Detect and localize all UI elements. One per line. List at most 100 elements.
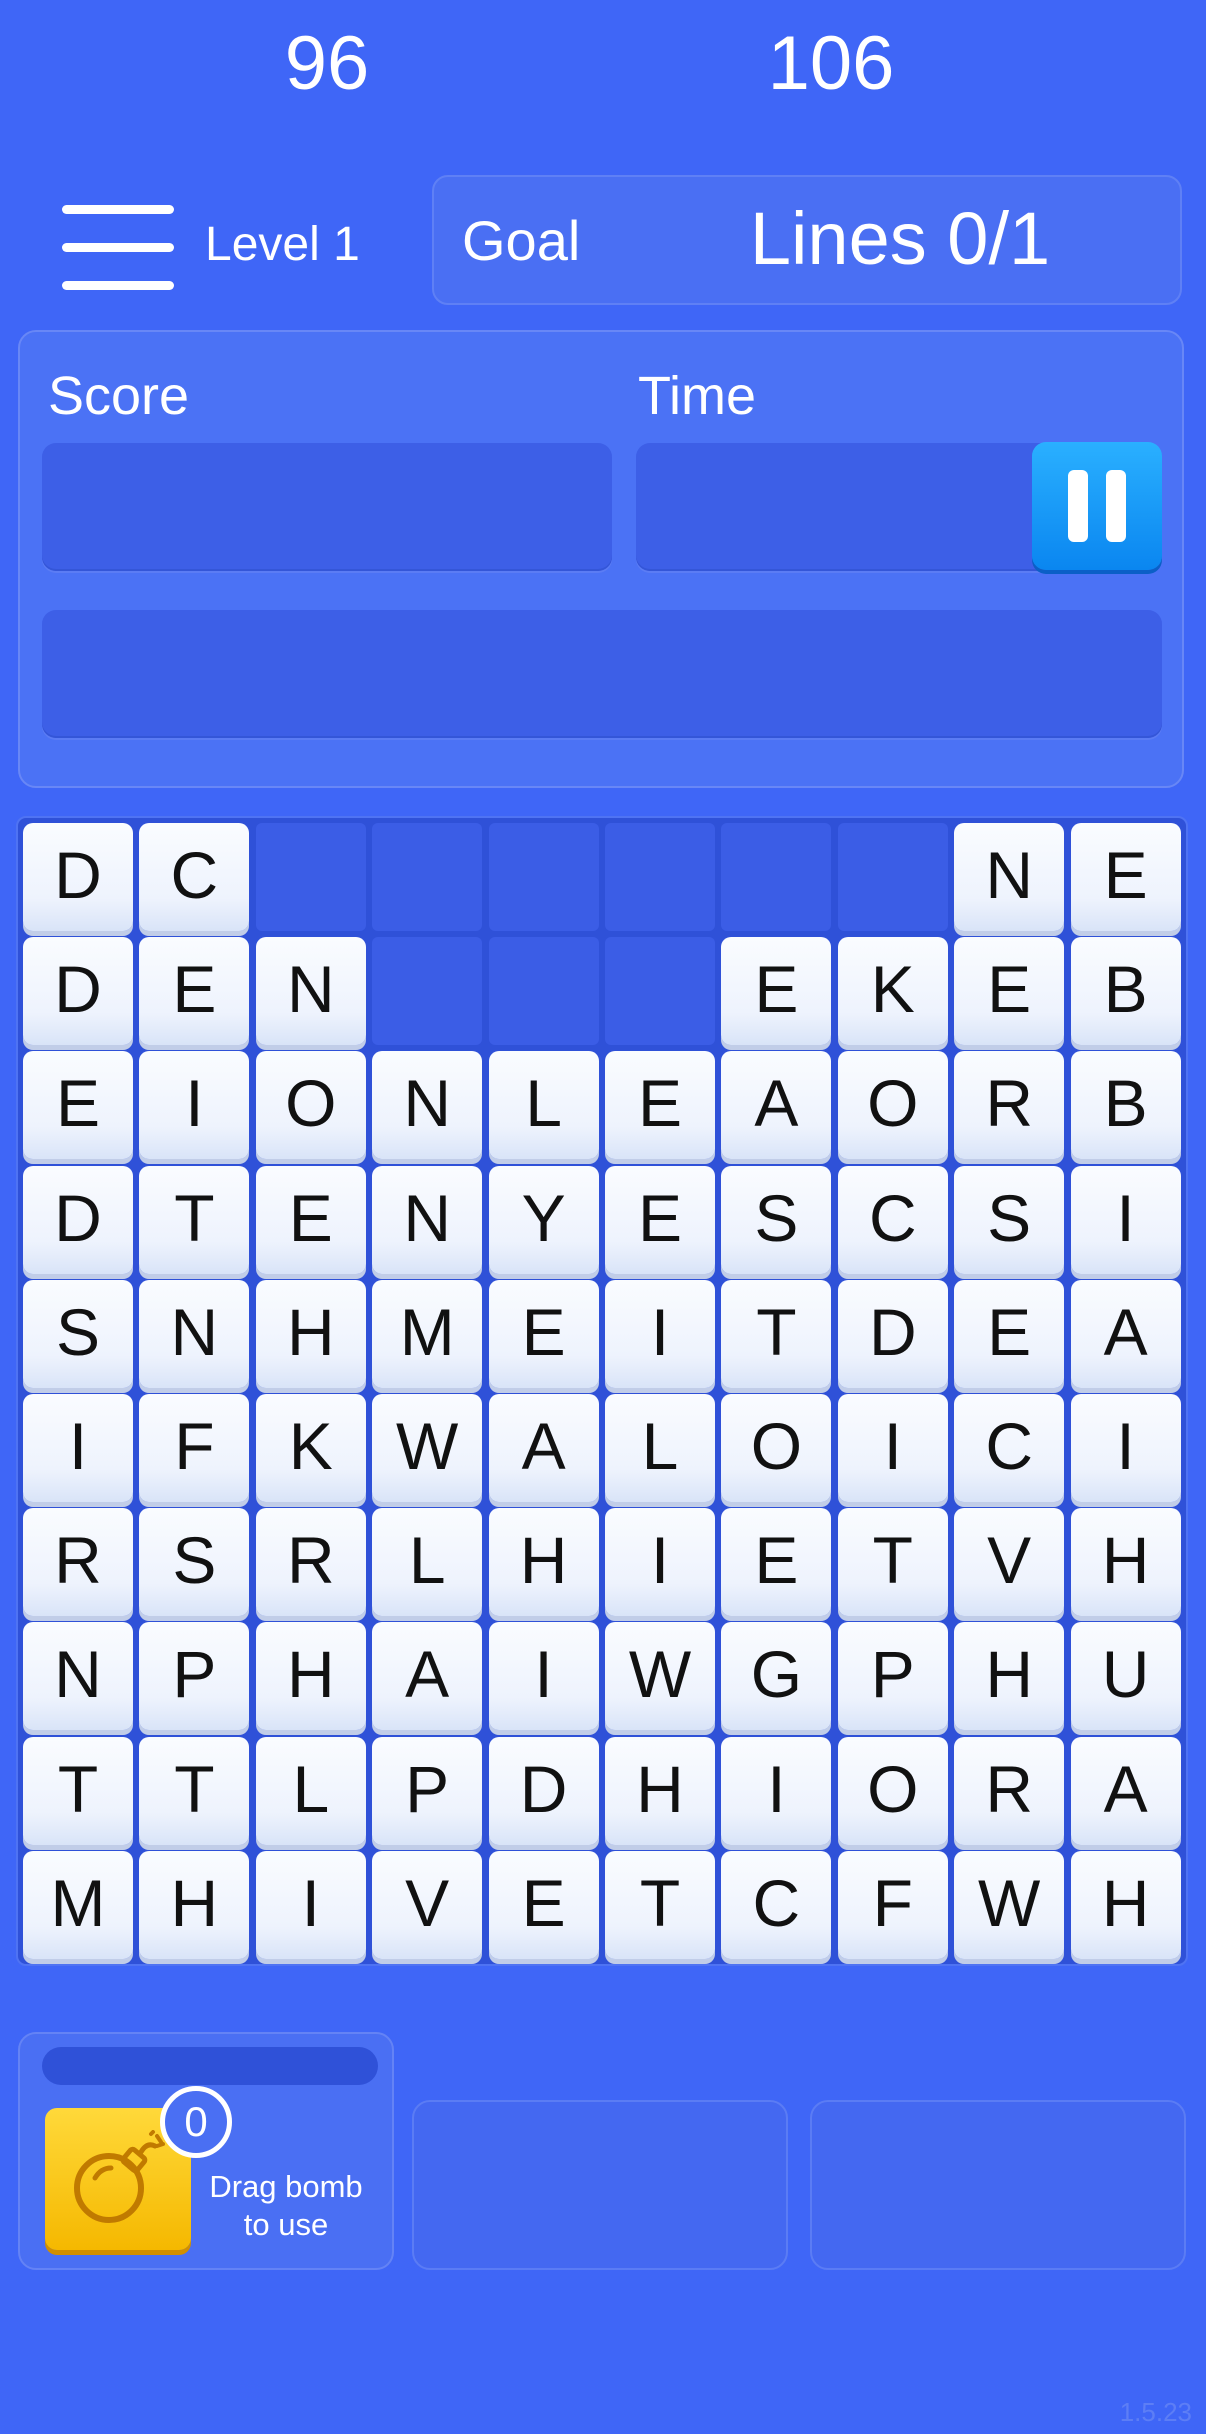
powerup-slot-3: [810, 2100, 1186, 2270]
letter-tile[interactable]: M: [372, 1279, 483, 1388]
letter-tile[interactable]: P: [372, 1736, 483, 1845]
pause-button[interactable]: [1032, 442, 1162, 570]
letter-tile[interactable]: L: [255, 1736, 366, 1845]
letter-tile[interactable]: L: [372, 1508, 483, 1617]
letter-tile[interactable]: L: [605, 1394, 715, 1502]
letter-tile[interactable]: T: [837, 1508, 948, 1617]
empty-cell: [372, 823, 483, 931]
letter-tile[interactable]: V: [954, 1508, 1065, 1617]
letter-tile[interactable]: D: [488, 1736, 599, 1845]
letter-tile[interactable]: A: [488, 1394, 599, 1502]
letter-tile[interactable]: H: [1070, 1850, 1181, 1959]
letter-tile[interactable]: R: [255, 1508, 366, 1617]
score-box: [42, 443, 612, 571]
letter-tile[interactable]: H: [488, 1508, 599, 1617]
letter-tile[interactable]: A: [1070, 1736, 1181, 1845]
letter-tile[interactable]: D: [23, 1165, 133, 1274]
letter-tile[interactable]: C: [721, 1850, 832, 1959]
letter-tile[interactable]: B: [1070, 937, 1181, 1046]
letter-tile[interactable]: D: [837, 1279, 948, 1388]
letter-tile[interactable]: M: [23, 1850, 133, 1959]
letter-tile[interactable]: I: [721, 1736, 832, 1845]
letter-tile[interactable]: A: [721, 1051, 832, 1160]
letter-tile[interactable]: H: [255, 1279, 366, 1388]
letter-tile[interactable]: H: [954, 1622, 1065, 1731]
letter-tile[interactable]: A: [1070, 1279, 1181, 1388]
letter-tile[interactable]: T: [139, 1736, 250, 1845]
letter-tile[interactable]: N: [372, 1165, 483, 1274]
letter-tile[interactable]: N: [954, 823, 1065, 931]
letter-tile[interactable]: E: [605, 1051, 715, 1160]
letter-tile[interactable]: W: [954, 1850, 1065, 1959]
letter-tile[interactable]: I: [488, 1622, 599, 1731]
letter-tile[interactable]: A: [372, 1622, 483, 1731]
empty-cell: [488, 937, 599, 1046]
letter-tile[interactable]: P: [837, 1622, 948, 1731]
letter-tile[interactable]: E: [255, 1165, 366, 1274]
letter-tile[interactable]: I: [605, 1279, 715, 1388]
letter-tile[interactable]: O: [255, 1051, 366, 1160]
letter-tile[interactable]: H: [139, 1850, 250, 1959]
letter-tile[interactable]: H: [1070, 1508, 1181, 1617]
letter-tile[interactable]: I: [23, 1394, 133, 1502]
letter-tile[interactable]: G: [721, 1622, 832, 1731]
letter-tile[interactable]: E: [488, 1850, 599, 1959]
letter-tile[interactable]: E: [23, 1051, 133, 1160]
letter-tile[interactable]: F: [837, 1850, 948, 1959]
letter-tile[interactable]: W: [605, 1622, 715, 1731]
letter-tile[interactable]: E: [721, 937, 832, 1046]
letter-tile[interactable]: S: [139, 1508, 250, 1617]
letter-tile[interactable]: R: [954, 1051, 1065, 1160]
letter-tile[interactable]: E: [1070, 823, 1181, 931]
letter-tile[interactable]: O: [837, 1736, 948, 1845]
bomb-progress-bar: [42, 2047, 378, 2085]
letter-tile[interactable]: T: [605, 1850, 715, 1959]
letter-tile[interactable]: D: [23, 823, 133, 931]
letter-tile[interactable]: K: [255, 1394, 366, 1502]
letter-tile[interactable]: I: [1070, 1165, 1181, 1274]
letter-tile[interactable]: C: [954, 1394, 1065, 1502]
letter-tile[interactable]: H: [605, 1736, 715, 1845]
letter-tile[interactable]: N: [23, 1622, 133, 1731]
letter-tile[interactable]: S: [23, 1279, 133, 1388]
letter-tile[interactable]: B: [1070, 1051, 1181, 1160]
current-word-box: [42, 610, 1162, 738]
letter-tile[interactable]: T: [139, 1165, 250, 1274]
letter-tile[interactable]: I: [139, 1051, 250, 1160]
letter-tile[interactable]: R: [23, 1508, 133, 1617]
letter-tile[interactable]: E: [488, 1279, 599, 1388]
letter-tile[interactable]: V: [372, 1850, 483, 1959]
letter-tile[interactable]: I: [605, 1508, 715, 1617]
letter-tile[interactable]: O: [837, 1051, 948, 1160]
letter-tile[interactable]: N: [255, 937, 366, 1046]
letter-tile[interactable]: P: [139, 1622, 250, 1731]
letter-tile[interactable]: T: [721, 1279, 832, 1388]
letter-tile[interactable]: E: [954, 937, 1065, 1046]
letter-tile[interactable]: L: [488, 1051, 599, 1160]
letter-tile[interactable]: R: [954, 1736, 1065, 1845]
letter-tile[interactable]: E: [139, 937, 250, 1046]
letter-tile[interactable]: K: [837, 937, 948, 1046]
letter-tile[interactable]: N: [372, 1051, 483, 1160]
letter-tile[interactable]: S: [721, 1165, 832, 1274]
letter-tile[interactable]: I: [1070, 1394, 1181, 1502]
letter-tile[interactable]: N: [139, 1279, 250, 1388]
letter-tile[interactable]: C: [837, 1165, 948, 1274]
letter-tile[interactable]: E: [721, 1508, 832, 1617]
letter-tile[interactable]: U: [1070, 1622, 1181, 1731]
letter-tile[interactable]: I: [255, 1850, 366, 1959]
letter-tile[interactable]: E: [954, 1279, 1065, 1388]
letter-grid: DCNEDENEKEBEIONLEAORBDTENYESCSISNHMEITDE…: [16, 816, 1188, 1966]
letter-tile[interactable]: O: [721, 1394, 832, 1502]
letter-tile[interactable]: F: [139, 1394, 250, 1502]
letter-tile[interactable]: H: [255, 1622, 366, 1731]
letter-tile[interactable]: C: [139, 823, 250, 931]
letter-tile[interactable]: D: [23, 937, 133, 1046]
menu-icon[interactable]: [62, 205, 174, 293]
letter-tile[interactable]: Y: [488, 1165, 599, 1274]
letter-tile[interactable]: I: [837, 1394, 948, 1502]
letter-tile[interactable]: W: [372, 1394, 483, 1502]
letter-tile[interactable]: E: [605, 1165, 715, 1274]
letter-tile[interactable]: S: [954, 1165, 1065, 1274]
letter-tile[interactable]: T: [23, 1736, 133, 1845]
